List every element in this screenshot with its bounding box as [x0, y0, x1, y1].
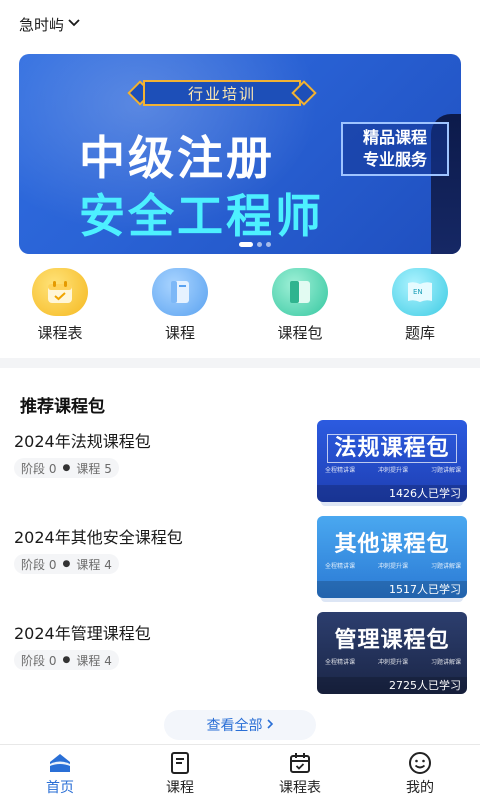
thumbnail-shadow [321, 502, 463, 506]
course-icon [168, 751, 192, 775]
learner-count: 1517人已学习 [317, 581, 467, 598]
learner-count: 2725人已学习 [317, 677, 467, 694]
banner-side-line2: 专业服务 [362, 150, 427, 169]
svg-text:EN: EN [413, 288, 423, 296]
tab-label: 课程表 [279, 780, 321, 796]
quick-nav: 课程表 课程 课程包 EN 题库 [0, 268, 480, 344]
banner-title-line2: 安全工程师 [79, 189, 324, 243]
schedule-icon [288, 751, 312, 775]
learner-count: 1426人已学习 [317, 485, 467, 502]
course-meta: 阶段 0 ● 课程 5 [14, 458, 119, 478]
course-meta: 阶段 0 ● 课程 4 [14, 650, 119, 670]
course-thumbnail[interactable]: 其他课程包 全程精讲课 冲刺提升课 习题讲解课 1517人已学习 [317, 516, 467, 598]
quick-nav-label: 课程 [164, 324, 195, 342]
tab-label: 首页 [46, 780, 74, 796]
calendar-icon [32, 268, 88, 316]
quick-nav-label: 课程包 [277, 324, 323, 342]
question-bank-icon: EN [392, 268, 448, 316]
dot-separator: ● [62, 655, 71, 665]
course-count-label: 课程 4 [76, 557, 112, 572]
course-name: 2024年其他安全课程包 [14, 528, 183, 547]
banner-title-line1: 中级注册 [79, 131, 275, 185]
tab-home[interactable]: 首页 [0, 745, 120, 800]
course-thumbnail[interactable]: 法规课程包 全程精讲课 冲刺提升课 习题讲解课 1426人已学习 [317, 420, 467, 502]
thumbnail-title: 管理课程包 [334, 628, 450, 653]
course-thumbnail[interactable]: 管理课程包 全程精讲课 冲刺提升课 习题讲解课 2725人已学习 [317, 612, 467, 694]
course-count-label: 课程 4 [76, 653, 112, 668]
thumbnail-bullets: 全程精讲课 冲刺提升课 习题讲解课 [325, 659, 461, 666]
tab-label: 课程 [166, 780, 194, 796]
stage-label: 阶段 0 [21, 461, 57, 476]
top-bar: 急时屿 [0, 0, 480, 48]
banner-tag: 行业培训 [127, 76, 317, 110]
course-item[interactable]: 2024年法规课程包 阶段 0 ● 课程 5 法规课程包 全程精讲课 冲刺提升课习… [0, 420, 480, 510]
chevron-right-icon [266, 717, 274, 733]
quick-nav-package[interactable]: 课程包 [240, 268, 360, 344]
course-count-label: 课程 5 [76, 461, 112, 476]
home-icon [48, 751, 72, 775]
tab-schedule[interactable]: 课程表 [240, 745, 360, 800]
quick-nav-course[interactable]: 课程 [120, 268, 240, 344]
quick-nav-label: 题库 [404, 324, 435, 342]
view-all-button[interactable]: 查看全部 [164, 710, 316, 740]
carousel-dot[interactable] [257, 242, 262, 247]
dot-separator: ● [62, 463, 71, 473]
course-name: 2024年管理课程包 [14, 624, 151, 643]
chevron-down-icon [68, 16, 80, 31]
section-title: 推荐课程包 [20, 397, 105, 417]
package-icon [272, 268, 328, 316]
profile-icon [408, 751, 432, 775]
stage-label: 阶段 0 [21, 557, 57, 572]
course-item[interactable]: 2024年管理课程包 阶段 0 ● 课程 4 管理课程包 全程精讲课 冲刺提升课习… [0, 612, 480, 702]
thumbnail-title: 其他课程包 [334, 532, 450, 557]
location-selector[interactable]: 急时屿 [19, 14, 80, 35]
tab-label: 我的 [406, 780, 434, 796]
quick-nav-question-bank[interactable]: EN 题库 [360, 268, 480, 344]
book-icon [152, 268, 208, 316]
tab-profile[interactable]: 我的 [360, 745, 480, 800]
course-name: 2024年法规课程包 [14, 432, 151, 451]
banner-tag-text: 行业培训 [143, 80, 301, 106]
section-divider [0, 358, 480, 368]
banner-side-box: 精品课程 专业服务 [341, 122, 449, 176]
banner-side-line1: 精品课程 [362, 128, 427, 147]
carousel-dots [239, 242, 271, 247]
quick-nav-schedule[interactable]: 课程表 [0, 268, 120, 344]
location-label: 急时屿 [19, 15, 65, 34]
course-item[interactable]: 2024年其他安全课程包 阶段 0 ● 课程 4 其他课程包 全程精讲课 冲刺提升… [0, 516, 480, 606]
thumbnail-bullets: 全程精讲课 冲刺提升课 习题讲解课 [325, 563, 461, 570]
carousel-dot[interactable] [239, 242, 253, 247]
thumbnail-shadow [321, 598, 463, 602]
thumbnail-title: 法规课程包 [317, 430, 467, 463]
course-meta: 阶段 0 ● 课程 4 [14, 554, 119, 574]
carousel-dot[interactable] [266, 242, 271, 247]
stage-label: 阶段 0 [21, 653, 57, 668]
quick-nav-label: 课程表 [37, 324, 83, 342]
bottom-tab-bar: 首页 课程 课程表 我的 [0, 744, 480, 800]
thumbnail-bullets: 全程精讲课 冲刺提升课 习题讲解课 [325, 467, 461, 474]
dot-separator: ● [62, 559, 71, 569]
tab-course[interactable]: 课程 [120, 745, 240, 800]
promo-banner[interactable]: 行业培训 中级注册 安全工程师 精品课程 专业服务 [19, 54, 461, 254]
view-all-label: 查看全部 [206, 718, 263, 734]
